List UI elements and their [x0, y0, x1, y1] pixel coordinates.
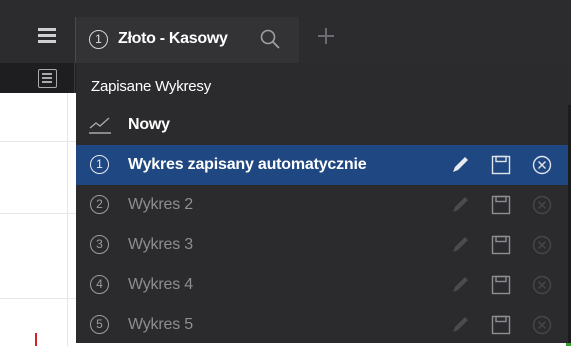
grid-line [0, 298, 76, 299]
pencil-icon[interactable] [448, 313, 472, 337]
grid-line [0, 213, 76, 214]
saved-chart-item-5[interactable]: 5 Wykres 5 [76, 305, 571, 345]
new-chart-label: Nowy [128, 116, 170, 133]
item-number-badge: 3 [90, 235, 109, 254]
saved-chart-item-2[interactable]: 2 Wykres 2 [76, 185, 571, 225]
close-circle-icon[interactable] [530, 233, 554, 257]
pencil-icon[interactable] [448, 153, 472, 177]
subbar-divider [74, 63, 75, 93]
pencil-icon[interactable] [448, 233, 472, 257]
top-tab-bar: 1 Złoto - Kasowy [0, 0, 571, 63]
tab-label: Złoto - Kasowy [118, 30, 228, 47]
item-number-badge: 5 [90, 315, 109, 334]
saved-chart-label: Wykres 4 [128, 276, 193, 293]
saved-chart-label: Wykres 3 [128, 236, 193, 253]
item-number-badge: 2 [90, 195, 109, 214]
item-number-badge: 1 [90, 155, 109, 174]
grid-line [67, 93, 68, 346]
save-icon[interactable] [489, 273, 513, 297]
saved-charts-menu: Zapisane Wykresy Nowy 1 Wykres zapisany … [76, 63, 571, 343]
saved-chart-label: Wykres zapisany automatycznie [128, 156, 367, 173]
close-circle-icon[interactable] [530, 273, 554, 297]
saved-chart-item-1[interactable]: 1 Wykres zapisany automatycznie [76, 145, 571, 185]
tab-zloto-kasowy[interactable]: 1 Złoto - Kasowy [76, 17, 299, 63]
menu-header: Zapisane Wykresy [76, 63, 571, 105]
close-circle-icon[interactable] [530, 193, 554, 217]
candle-mark [35, 333, 37, 346]
grid-line [0, 141, 76, 142]
save-icon[interactable] [489, 313, 513, 337]
search-icon[interactable] [259, 28, 281, 50]
saved-chart-item-3[interactable]: 3 Wykres 3 [76, 225, 571, 265]
save-icon[interactable] [489, 193, 513, 217]
new-chart-item[interactable]: Nowy [76, 105, 571, 145]
save-icon[interactable] [489, 233, 513, 257]
close-circle-icon[interactable] [530, 313, 554, 337]
saved-chart-label: Wykres 5 [128, 316, 193, 333]
item-number-badge: 4 [90, 275, 109, 294]
list-icon[interactable] [38, 69, 57, 88]
hamburger-icon[interactable] [38, 28, 56, 44]
saved-chart-label: Wykres 2 [128, 196, 193, 213]
pencil-icon[interactable] [448, 193, 472, 217]
saved-chart-item-4[interactable]: 4 Wykres 4 [76, 265, 571, 305]
tab-number-badge: 1 [89, 30, 108, 49]
chart-line-icon [89, 117, 111, 134]
add-tab-button[interactable] [318, 28, 334, 44]
pencil-icon[interactable] [448, 273, 472, 297]
close-circle-icon[interactable] [530, 153, 554, 177]
menu-title: Zapisane Wykresy [91, 78, 212, 95]
save-icon[interactable] [489, 153, 513, 177]
